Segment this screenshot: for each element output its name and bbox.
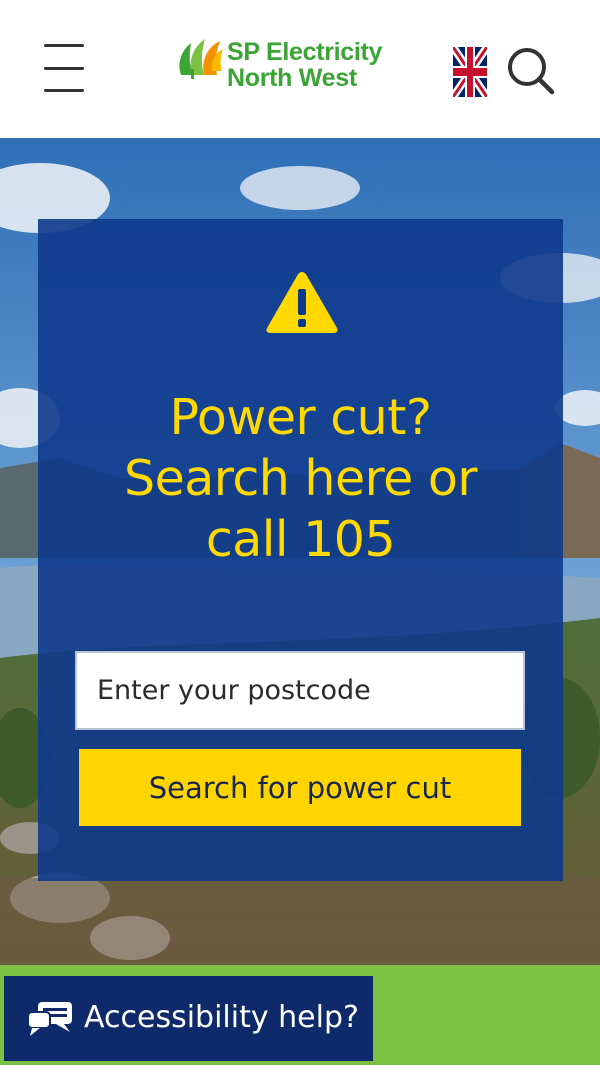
menu-button[interactable]	[44, 44, 86, 94]
power-cut-headline: Power cut? Search here or call 105	[38, 387, 563, 570]
accessibility-help-button[interactable]: Accessibility help?	[4, 976, 373, 1061]
headline-line: Power cut?	[169, 389, 432, 446]
brand-logo[interactable]: SP Electricity North West	[175, 35, 415, 97]
magnifier-icon	[508, 48, 555, 95]
headline-line: Search here or	[123, 450, 478, 507]
site-header: SP Electricity North West	[0, 0, 600, 138]
postcode-input[interactable]	[75, 651, 525, 730]
leaf-flame-logo-icon	[179, 39, 223, 79]
hamburger-menu-icon-line	[44, 89, 84, 92]
brand-name-line2: North West	[227, 64, 357, 92]
power-cut-panel: Power cut? Search here or call 105 Searc…	[38, 219, 563, 881]
language-selector[interactable]	[449, 44, 491, 100]
warning-triangle-icon	[266, 272, 338, 333]
brand-name-line1: SP Electricity	[227, 38, 383, 66]
headline-line: call 105	[205, 511, 396, 568]
search-power-cut-button[interactable]: Search for power cut	[79, 749, 521, 826]
hero-section: Power cut? Search here or call 105 Searc…	[0, 138, 600, 968]
hamburger-menu-icon	[44, 44, 84, 47]
uk-flag-icon	[449, 44, 491, 100]
brand-name: SP Electricity North West	[227, 39, 382, 91]
chat-bubbles-icon	[27, 1002, 72, 1036]
accessibility-help-label: Accessibility help?	[84, 1000, 359, 1035]
search-button[interactable]	[505, 45, 557, 97]
hamburger-menu-icon-line	[44, 67, 84, 70]
